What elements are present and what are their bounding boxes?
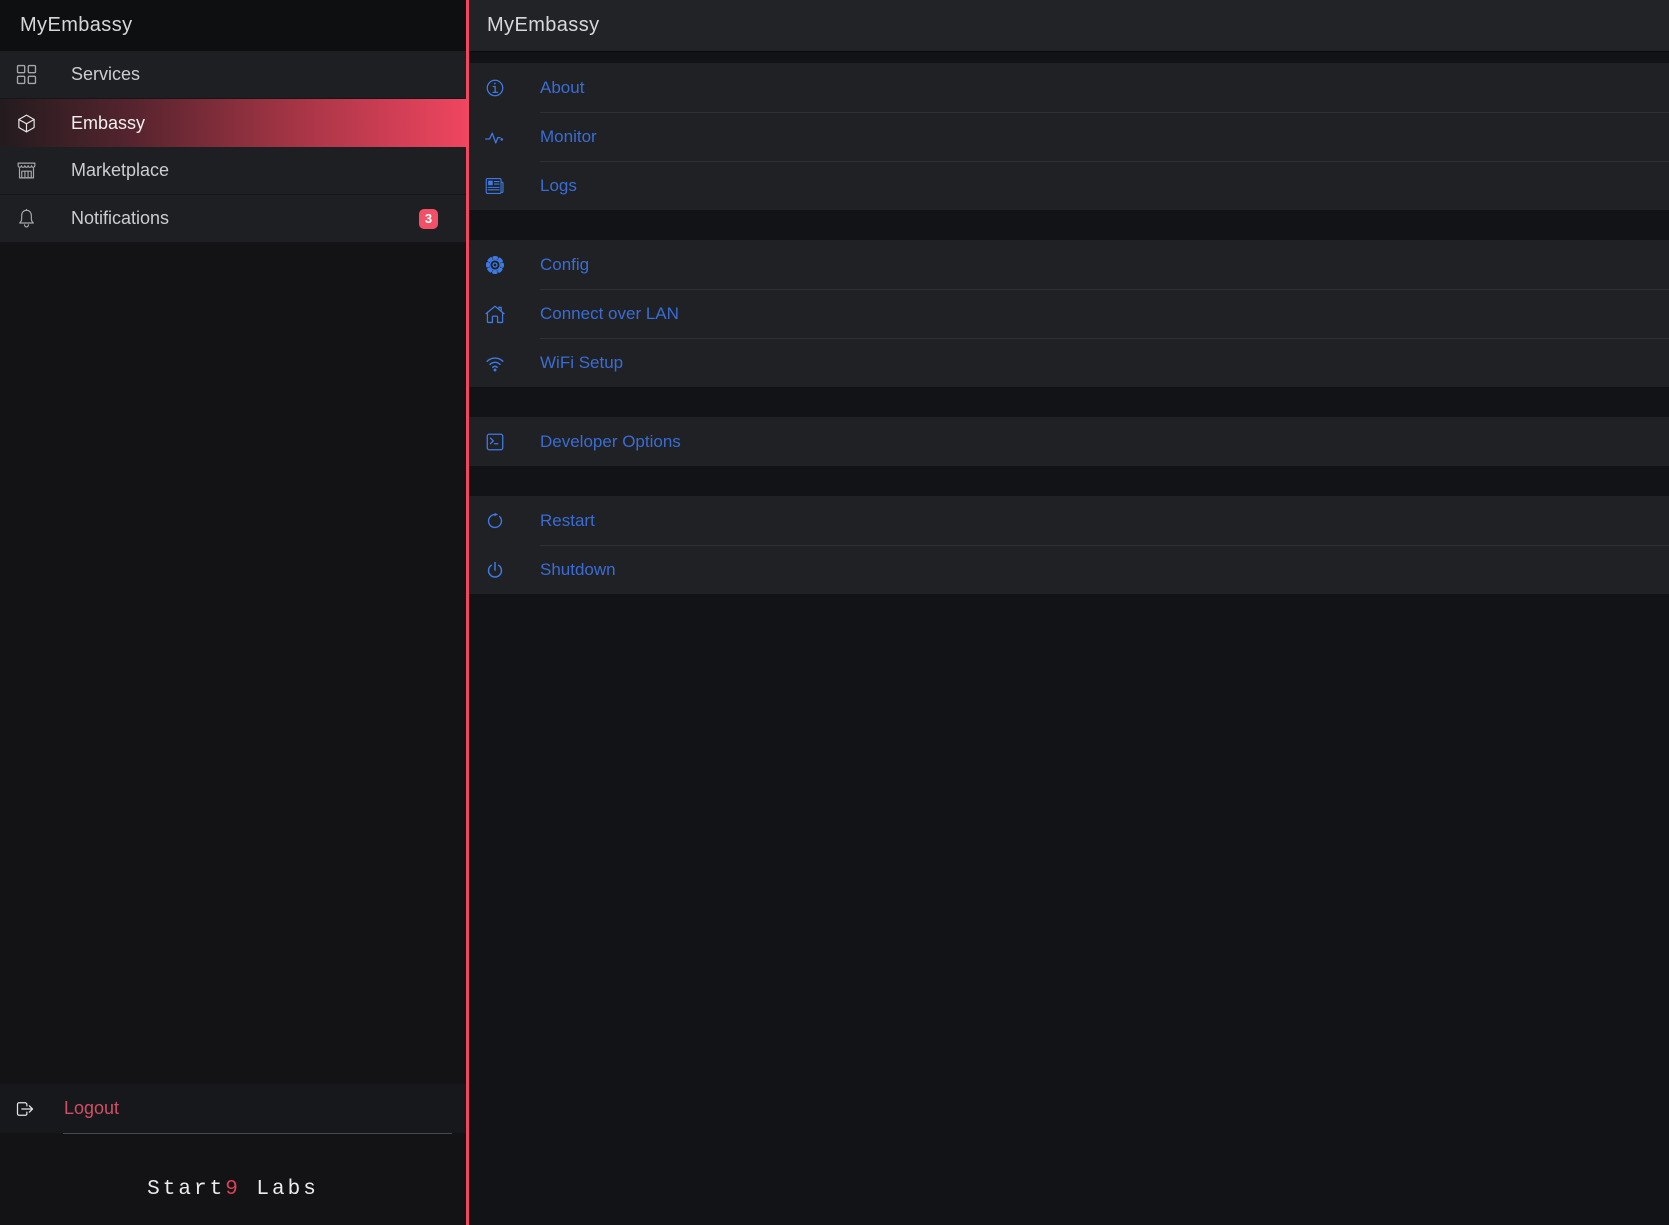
gear-icon bbox=[483, 253, 507, 277]
menu-item-about[interactable]: About bbox=[469, 63, 1669, 112]
sidebar-item-label: Embassy bbox=[71, 113, 145, 134]
info-icon bbox=[483, 76, 507, 100]
menu-item-label: Shutdown bbox=[540, 560, 616, 580]
menu-item-shutdown[interactable]: Shutdown bbox=[469, 545, 1669, 594]
menu-group: Config Connect over LAN WiFi Setup bbox=[469, 240, 1669, 387]
menu-item-label: Monitor bbox=[540, 127, 597, 147]
logout-icon bbox=[15, 1099, 35, 1119]
menu-groups: About Monitor Logs Config Connect over LAN Wi… bbox=[469, 63, 1669, 594]
newspaper-icon bbox=[483, 174, 507, 198]
logout-button[interactable]: Logout bbox=[0, 1084, 466, 1133]
menu-item-label: WiFi Setup bbox=[540, 353, 623, 373]
menu-item-label: Restart bbox=[540, 511, 595, 531]
menu-item-monitor[interactable]: Monitor bbox=[469, 112, 1669, 161]
grid-icon bbox=[14, 63, 38, 87]
menu-item-label: About bbox=[540, 78, 584, 98]
bell-icon bbox=[14, 207, 38, 231]
cube-icon bbox=[14, 111, 38, 135]
main-content: MyEmbassy About Monitor Logs Config Connect … bbox=[469, 0, 1669, 1225]
menu-item-restart[interactable]: Restart bbox=[469, 496, 1669, 545]
terminal-icon bbox=[483, 430, 507, 454]
sidebar-item-notifications[interactable]: Notifications 3 bbox=[0, 195, 466, 243]
logo-text-start: Start bbox=[147, 1178, 225, 1225]
sidebar-item-label: Services bbox=[71, 64, 140, 85]
app-root: MyEmbassy Services Embassy Marketplace Noti… bbox=[0, 0, 1669, 1225]
sidebar-item-label: Marketplace bbox=[71, 160, 169, 181]
home-icon bbox=[483, 302, 507, 326]
sidebar-item-marketplace[interactable]: Marketplace bbox=[0, 147, 466, 195]
menu-group: About Monitor Logs bbox=[469, 63, 1669, 210]
logo-text-labs: Labs bbox=[241, 1178, 319, 1225]
sidebar: MyEmbassy Services Embassy Marketplace Noti… bbox=[0, 0, 466, 1225]
menu-item-logs[interactable]: Logs bbox=[469, 161, 1669, 210]
notification-count-badge: 3 bbox=[419, 209, 438, 229]
sidebar-item-label: Notifications bbox=[71, 208, 169, 229]
page-title: MyEmbassy bbox=[487, 14, 600, 37]
storefront-icon bbox=[14, 159, 38, 183]
sidebar-footer: Logout Start9 Labs bbox=[0, 1084, 466, 1225]
main-header: MyEmbassy bbox=[469, 0, 1669, 52]
menu-item-label: Config bbox=[540, 255, 589, 275]
menu-item-label: Connect over LAN bbox=[540, 304, 679, 324]
menu-item-connect-over-lan[interactable]: Connect over LAN bbox=[469, 289, 1669, 338]
menu-item-label: Logs bbox=[540, 176, 577, 196]
pulse-icon bbox=[483, 125, 507, 149]
sidebar-header: MyEmbassy bbox=[0, 0, 466, 51]
menu-item-wifi-setup[interactable]: WiFi Setup bbox=[469, 338, 1669, 387]
menu-item-developer-options[interactable]: Developer Options bbox=[469, 417, 1669, 466]
menu-item-label: Developer Options bbox=[540, 432, 681, 452]
menu-group: Restart Shutdown bbox=[469, 496, 1669, 594]
sidebar-item-services[interactable]: Services bbox=[0, 51, 466, 99]
refresh-icon bbox=[483, 509, 507, 533]
menu-item-config[interactable]: Config bbox=[469, 240, 1669, 289]
start9-labs-logo: Start9 Labs bbox=[0, 1134, 466, 1225]
logout-label: Logout bbox=[64, 1098, 119, 1119]
power-icon bbox=[483, 558, 507, 582]
sidebar-item-embassy[interactable]: Embassy bbox=[0, 99, 466, 147]
sidebar-title: MyEmbassy bbox=[20, 14, 133, 37]
wifi-icon bbox=[483, 351, 507, 375]
sidebar-nav: Services Embassy Marketplace Notifications 3 bbox=[0, 51, 466, 243]
accent-divider bbox=[466, 0, 469, 1225]
logo-text-9: 9 bbox=[225, 1178, 241, 1225]
menu-group: Developer Options bbox=[469, 417, 1669, 466]
